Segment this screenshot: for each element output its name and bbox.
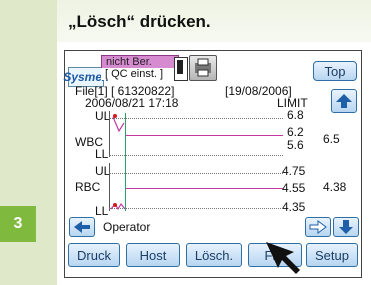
device-screen: Sysmex nicht Ber. [ QC einst. ] Top File… — [63, 50, 362, 278]
bottom-toolbar: Druck Host Lösch. File Setup — [66, 239, 360, 267]
wbc-trace — [112, 114, 125, 133]
arrow-right-outline-icon — [309, 220, 327, 234]
rbc-target-line — [125, 188, 283, 189]
status-indicator: nicht Ber. — [101, 55, 179, 69]
rbc-ll-label: LL — [95, 204, 109, 218]
pointer-arrow-icon — [266, 242, 300, 274]
host-button-label: Host — [139, 247, 167, 263]
instruction-text: „Lösch“ drücken. — [68, 12, 211, 31]
print-button-label: Druck — [77, 247, 111, 263]
setup-button[interactable]: Setup — [306, 243, 358, 267]
rbc-limit-upper: 4.75 — [282, 164, 306, 178]
rbc-ul-line — [109, 173, 283, 174]
wbc-value: 6.5 — [323, 132, 340, 146]
delete-button-label: Lösch. — [194, 247, 234, 263]
wbc-limit-upper: 6.8 — [287, 108, 304, 122]
disk-icon — [174, 57, 188, 81]
rbc-ll-line — [109, 208, 283, 209]
rbc-limit-lower: 4.35 — [282, 200, 306, 214]
wbc-ul-line — [109, 118, 283, 119]
left-sidebar — [0, 0, 57, 285]
wbc-limit-lower: 5.6 — [287, 138, 304, 152]
scroll-left-button[interactable] — [69, 217, 95, 237]
host-button[interactable]: Host — [126, 243, 180, 267]
wbc-ll-line — [109, 155, 283, 156]
arrow-left-icon — [74, 221, 90, 233]
qc-label: [ QC einst. ] — [101, 68, 177, 80]
rbc-value: 4.38 — [323, 180, 347, 194]
step-number-badge: 3 — [0, 206, 36, 242]
operator-label: Operator — [103, 220, 151, 234]
delete-button[interactable]: Lösch. — [186, 243, 242, 267]
printer-icon[interactable] — [189, 55, 217, 81]
rbc-label: RBC — [75, 180, 101, 194]
top-button[interactable]: Top — [313, 61, 357, 81]
rbc-limit-target: 4.55 — [282, 181, 306, 195]
wbc-ll-label: LL — [95, 147, 109, 161]
setup-button-label: Setup — [315, 247, 349, 263]
arrow-up-icon — [336, 94, 352, 108]
current-run-marker — [125, 113, 126, 211]
rbc-trace — [110, 202, 126, 211]
arrow-down-icon — [339, 220, 353, 234]
scroll-down-button[interactable] — [333, 217, 359, 237]
scroll-right-button[interactable] — [305, 217, 331, 237]
wbc-target-line — [125, 135, 283, 136]
print-button[interactable]: Druck — [68, 243, 120, 267]
scroll-up-button[interactable] — [331, 89, 357, 113]
top-button-label: Top — [324, 63, 346, 79]
